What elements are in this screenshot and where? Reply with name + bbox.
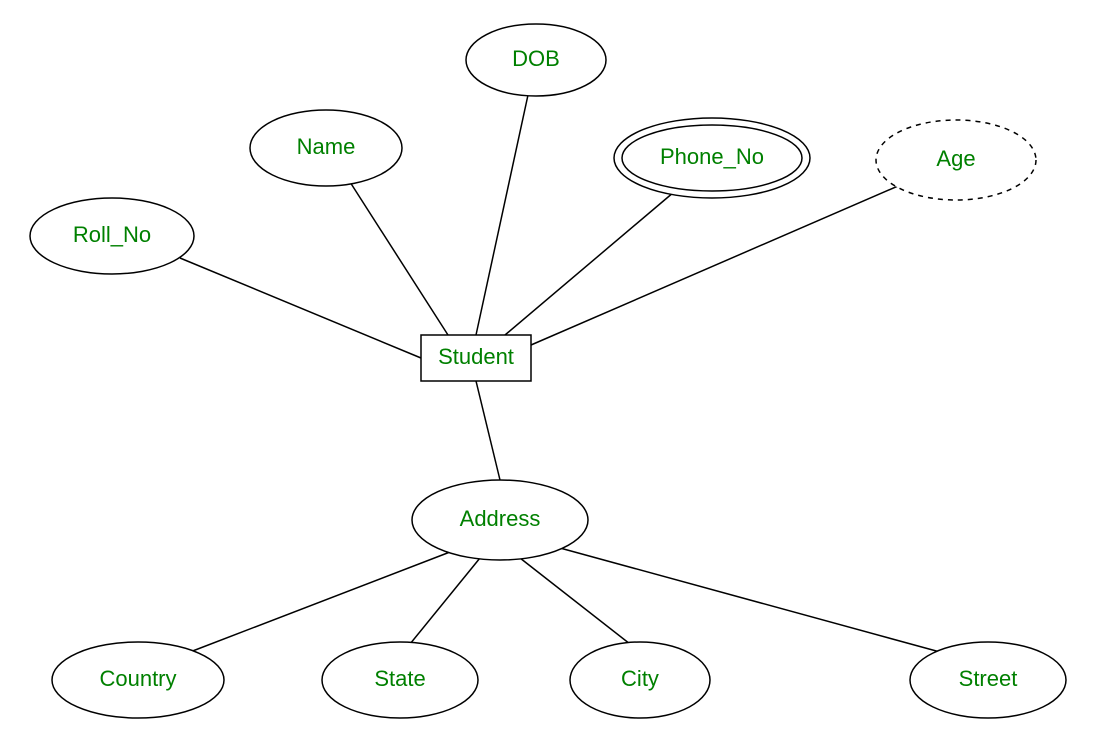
edge-student-name [350,182,448,335]
attr-street: Street [910,642,1066,718]
attr-age: Age [876,120,1036,200]
attr-phoneno-label: Phone_No [660,144,764,169]
attr-city: City [570,642,710,718]
edge-address-state [410,558,480,644]
attr-state: State [322,642,478,718]
attr-rollno-label: Roll_No [73,222,151,247]
entity-student: Student [421,335,531,381]
attr-phoneno: Phone_No [614,118,810,198]
attr-dob-label: DOB [512,46,560,71]
entity-student-label: Student [438,344,514,369]
attr-street-label: Street [959,666,1018,691]
attr-rollno: Roll_No [30,198,194,274]
attr-country: Country [52,642,224,718]
attr-name: Name [250,110,402,186]
edge-student-address [476,381,500,480]
attr-dob: DOB [466,24,606,96]
attr-city-label: City [621,666,659,691]
edge-student-rollno [180,258,421,358]
edge-address-street [560,548,940,652]
attr-age-label: Age [936,146,975,171]
edge-student-dob [476,95,528,335]
attr-country-label: Country [99,666,176,691]
edge-address-country [190,552,450,652]
edge-student-phone [505,192,674,335]
attr-state-label: State [374,666,425,691]
attr-address-label: Address [460,506,541,531]
attr-name-label: Name [297,134,356,159]
er-diagram: Student Roll_No Name DOB Phone_No Age Ad… [0,0,1112,753]
attr-address: Address [412,480,588,560]
edge-address-city [520,558,630,644]
